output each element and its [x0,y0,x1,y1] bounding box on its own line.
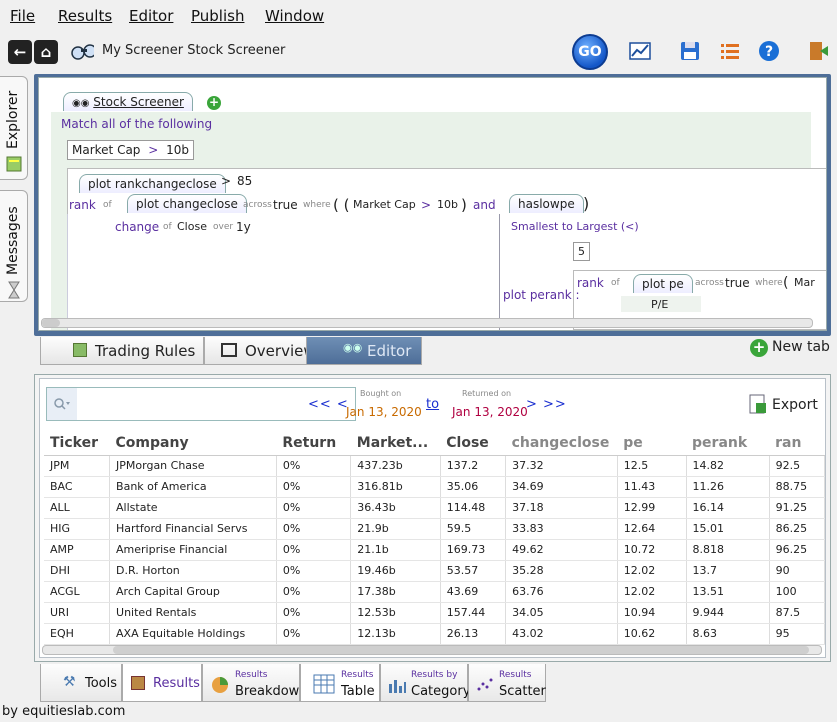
to-link[interactable]: to [426,397,439,412]
nav-back[interactable]: << < [308,397,349,412]
results-table: Ticker Company Return Market... Close ch… [44,431,825,645]
tab-breakdown[interactable]: Results Breakdown [202,664,308,702]
trading-rules-icon [73,343,87,357]
plot-rankchangeclose-chip[interactable]: plot rankchangeclose [79,174,226,193]
tab-table[interactable]: Results Table [300,664,380,702]
col-market-cap[interactable]: Market... [350,431,441,456]
add-screener-icon[interactable]: + [207,96,221,110]
go-button[interactable]: GO [572,34,608,70]
menu-publish[interactable]: Publish [191,7,244,25]
market-cap-rule[interactable]: Market Cap > 10b [67,140,195,160]
col-return[interactable]: Return [276,431,351,456]
binoculars-icon [71,44,94,60]
exit-icon[interactable] [806,39,830,63]
results-panel: << < Bought on Jan 13, 2020 to Returned … [34,374,831,662]
hourglass-icon [8,281,20,299]
plot-pe-chip[interactable]: plot pe [633,274,693,293]
table-header: Ticker Company Return Market... Close ch… [44,431,825,456]
save-icon[interactable] [678,39,702,63]
messages-tab[interactable]: Messages [0,190,28,302]
export-icon [749,394,766,414]
table-row[interactable]: ALL Allstate 0% 36.43b 114.48 37.18 12.99 16.14… [44,497,825,519]
add-tab-icon: + [750,339,768,357]
search-icon [54,398,70,410]
table-row[interactable]: URI United Rentals 0% 12.53b 157.44 34.05 10.9… [44,602,825,624]
chart-icon[interactable] [628,39,652,63]
tab-results[interactable]: Results [122,664,202,702]
toolbar: ← ⌂ My Screener Stock Screener ? [0,32,837,72]
footer-credit: by equitieslab.com [2,704,126,719]
editor-panel: ◉◉ Stock Screener + Match all of the fol… [34,74,831,336]
menu-editor[interactable]: Editor [129,7,173,25]
bar-chart-icon [389,680,406,693]
editor-hscrollbar[interactable] [41,318,813,328]
col-perank[interactable]: perank [686,431,770,456]
col-changeclose[interactable]: changeclose [505,431,618,456]
binoculars-icon: ◉◉ [343,341,363,354]
table-icon [313,674,335,694]
svg-text:?: ? [765,44,773,60]
menu-window[interactable]: Window [265,7,324,25]
explorer-tab[interactable]: Explorer [0,76,28,180]
overview-icon [221,343,237,357]
home-icon[interactable]: ⌂ [34,40,58,64]
results-hscrollbar[interactable] [42,645,822,655]
count-value[interactable]: 5 [573,242,590,261]
table-row[interactable]: ACGL Arch Capital Group 0% 17.38b 43.69 63.76… [44,581,825,603]
binoculars-icon: ◉◉ [72,98,90,109]
back-arrow-icon[interactable]: ← [8,40,32,64]
tab-editor[interactable]: ◉◉ Editor [306,337,422,365]
results-icon [131,676,145,690]
table-row[interactable]: EQH AXA Equitable Holdings 0% 12.13b 26.13 43… [44,623,825,645]
editor-canvas: ◉◉ Stock Screener + Match all of the fol… [38,77,827,331]
col-rank[interactable]: ran [769,431,825,456]
returned-on-date[interactable]: Jan 13, 2020 [452,405,528,419]
table-row[interactable]: AMP Ameriprise Financial 0% 21.1b 169.73 49.6… [44,539,825,561]
table-row[interactable]: DHI D.R. Horton 0% 19.46b 53.57 35.28 12.02 13.… [44,560,825,582]
col-ticker[interactable]: Ticker [44,431,110,456]
menu-file[interactable]: File [10,7,35,25]
scatter-icon [477,678,493,691]
bought-on-date[interactable]: Jan 13, 2020 [346,405,422,419]
haslowpe-chip[interactable]: haslowpe [509,194,584,213]
list-icon[interactable] [718,39,742,63]
col-close[interactable]: Close [440,431,506,456]
table-row[interactable]: BAC Bank of America 0% 316.81b 35.06 34.69 11.… [44,476,825,498]
explorer-icon [6,156,22,172]
plot-changeclose-chip[interactable]: plot changeclose [127,194,247,213]
results-table-panel: << < Bought on Jan 13, 2020 to Returned … [39,378,826,658]
help-icon[interactable]: ? [757,39,781,63]
menu-results[interactable]: Results [58,7,112,25]
threshold-value[interactable]: 85 [237,174,252,188]
table-row[interactable]: JPM JPMorgan Chase 0% 437.23b 137.2 37.32 12.5… [44,455,825,477]
tab-scatter[interactable]: Results Scatter [468,664,546,702]
col-pe[interactable]: pe [617,431,687,456]
wrench-icon: ⚒ [63,674,76,690]
tab-trading-rules[interactable]: Trading Rules [40,337,204,365]
tab-overview[interactable]: Overview [204,337,320,365]
col-company[interactable]: Company [109,431,277,456]
pie-chart-icon [212,677,228,693]
stock-screener-tab[interactable]: ◉◉ Stock Screener [63,92,193,111]
match-text: Match all of the following [61,117,213,131]
nav-forward[interactable]: > >> [526,397,567,412]
tab-category[interactable]: Results by Category [380,664,470,702]
screener-title: My Screener Stock Screener [102,43,286,58]
table-row[interactable]: HIG Hartford Financial Servs 0% 21.9b 59.5 33… [44,518,825,540]
menu-bar: File Results Editor Publish Window [0,0,837,32]
tab-tools[interactable]: ⚒ Tools [40,664,122,702]
